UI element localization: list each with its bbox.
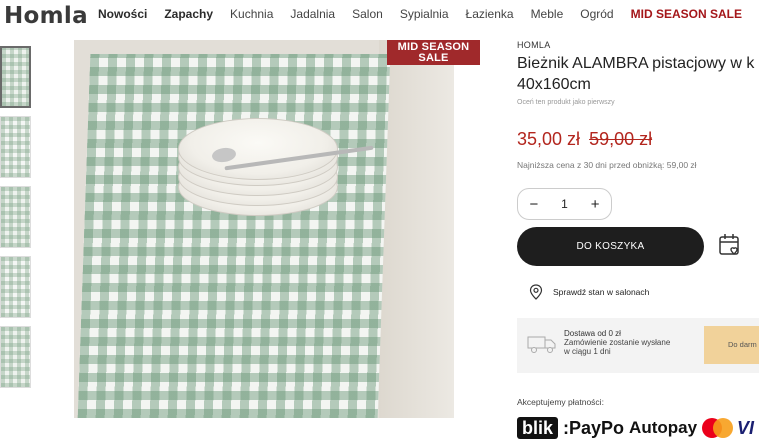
calendar-heart-icon[interactable] (717, 232, 743, 258)
nav-item-ogrod[interactable]: Ogród (580, 7, 613, 21)
product-main-image[interactable] (74, 40, 454, 418)
nav-item-lazienka[interactable]: Łazienka (466, 7, 514, 21)
delivery-cost: Dostawa od 0 zł (564, 329, 621, 338)
mastercard-icon (702, 418, 734, 438)
plate-stack-top (178, 118, 338, 180)
rate-product-link[interactable]: Oceń ten produkt jako pierwszy (517, 99, 759, 106)
nav-item-salon[interactable]: Salon (352, 7, 383, 21)
thumbnail-2[interactable] (0, 116, 31, 178)
nav-item-sypialnia[interactable]: Sypialnia (400, 7, 449, 21)
product-title-line2: 40x160cm (517, 76, 591, 93)
delivery-text: Dostawa od 0 zł Zamówienie zostanie wysł… (564, 329, 670, 356)
main-nav: Nowości Zapachy Kuchnia Jadalnia Salon S… (98, 7, 742, 21)
quantity-increase-button[interactable]: + (591, 196, 600, 213)
free-delivery-badge: Do darm (704, 326, 759, 364)
add-to-cart-button[interactable]: DO KOSZYKA (517, 227, 704, 266)
table-runner (77, 54, 391, 418)
delivery-dispatch-days: w ciągu 1 dni (564, 347, 611, 356)
nav-item-kuchnia[interactable]: Kuchnia (230, 7, 273, 21)
lowest-price-note: Najniższa cena z 30 dni przed obniżką: 5… (517, 160, 697, 170)
nav-item-sale[interactable]: MID SEASON SALE (631, 7, 742, 21)
sale-badge: MID SEASON SALE (387, 40, 480, 65)
logo[interactable]: Homla (4, 3, 88, 29)
thumbnail-strip (0, 46, 31, 396)
quantity-value[interactable]: 1 (561, 197, 568, 211)
nav-item-nowosci[interactable]: Nowości (98, 7, 147, 21)
delivery-truck-icon (527, 336, 556, 353)
price-original: 59,00 zł (589, 129, 653, 149)
paypo-logo: :PayPo (563, 417, 625, 438)
quantity-decrease-button[interactable]: − (529, 196, 538, 213)
product-brand[interactable]: HOMLA (517, 40, 759, 50)
sale-badge-line2: SALE (418, 52, 449, 64)
image-shadow (379, 40, 454, 418)
payments-label: Akceptujemy płatności: (517, 397, 604, 407)
check-stock-link[interactable]: Sprawdź stan w salonach (529, 284, 649, 300)
check-stock-label: Sprawdź stan w salonach (553, 287, 650, 297)
thumbnail-1[interactable] (0, 46, 31, 108)
location-pin-icon (529, 284, 543, 300)
autopay-logo: Autopay (629, 418, 698, 437)
quantity-stepper: − 1 + (517, 188, 612, 220)
site-header: Homla Nowości Zapachy Kuchnia Jadalnia S… (0, 0, 759, 36)
blik-logo: blik (517, 417, 559, 439)
payment-methods: blik :PayPo Autopay VI (517, 416, 754, 440)
price-block: 35,00 zł 59,00 zł (517, 129, 759, 150)
product-info-panel: HOMLA Bieżnik ALAMBRA pistacjowy w k 40x… (517, 40, 759, 439)
thumbnail-4[interactable] (0, 256, 31, 318)
delivery-dispatch: Zamówienie zostanie wysłane (564, 338, 671, 347)
nav-item-zapachy[interactable]: Zapachy (164, 7, 213, 21)
thumbnail-5[interactable] (0, 326, 31, 388)
product-title: Bieżnik ALAMBRA pistacjowy w k 40x160cm (517, 53, 759, 95)
price-current: 35,00 zł (517, 129, 581, 149)
thumbnail-3[interactable] (0, 186, 31, 248)
product-title-line1: Bieżnik ALAMBRA pistacjowy w k (517, 55, 755, 72)
delivery-info-box: Dostawa od 0 zł Zamówienie zostanie wysł… (517, 318, 759, 373)
nav-item-meble[interactable]: Meble (531, 7, 564, 21)
nav-item-jadalnia[interactable]: Jadalnia (290, 7, 335, 21)
visa-logo: VI (737, 417, 755, 438)
